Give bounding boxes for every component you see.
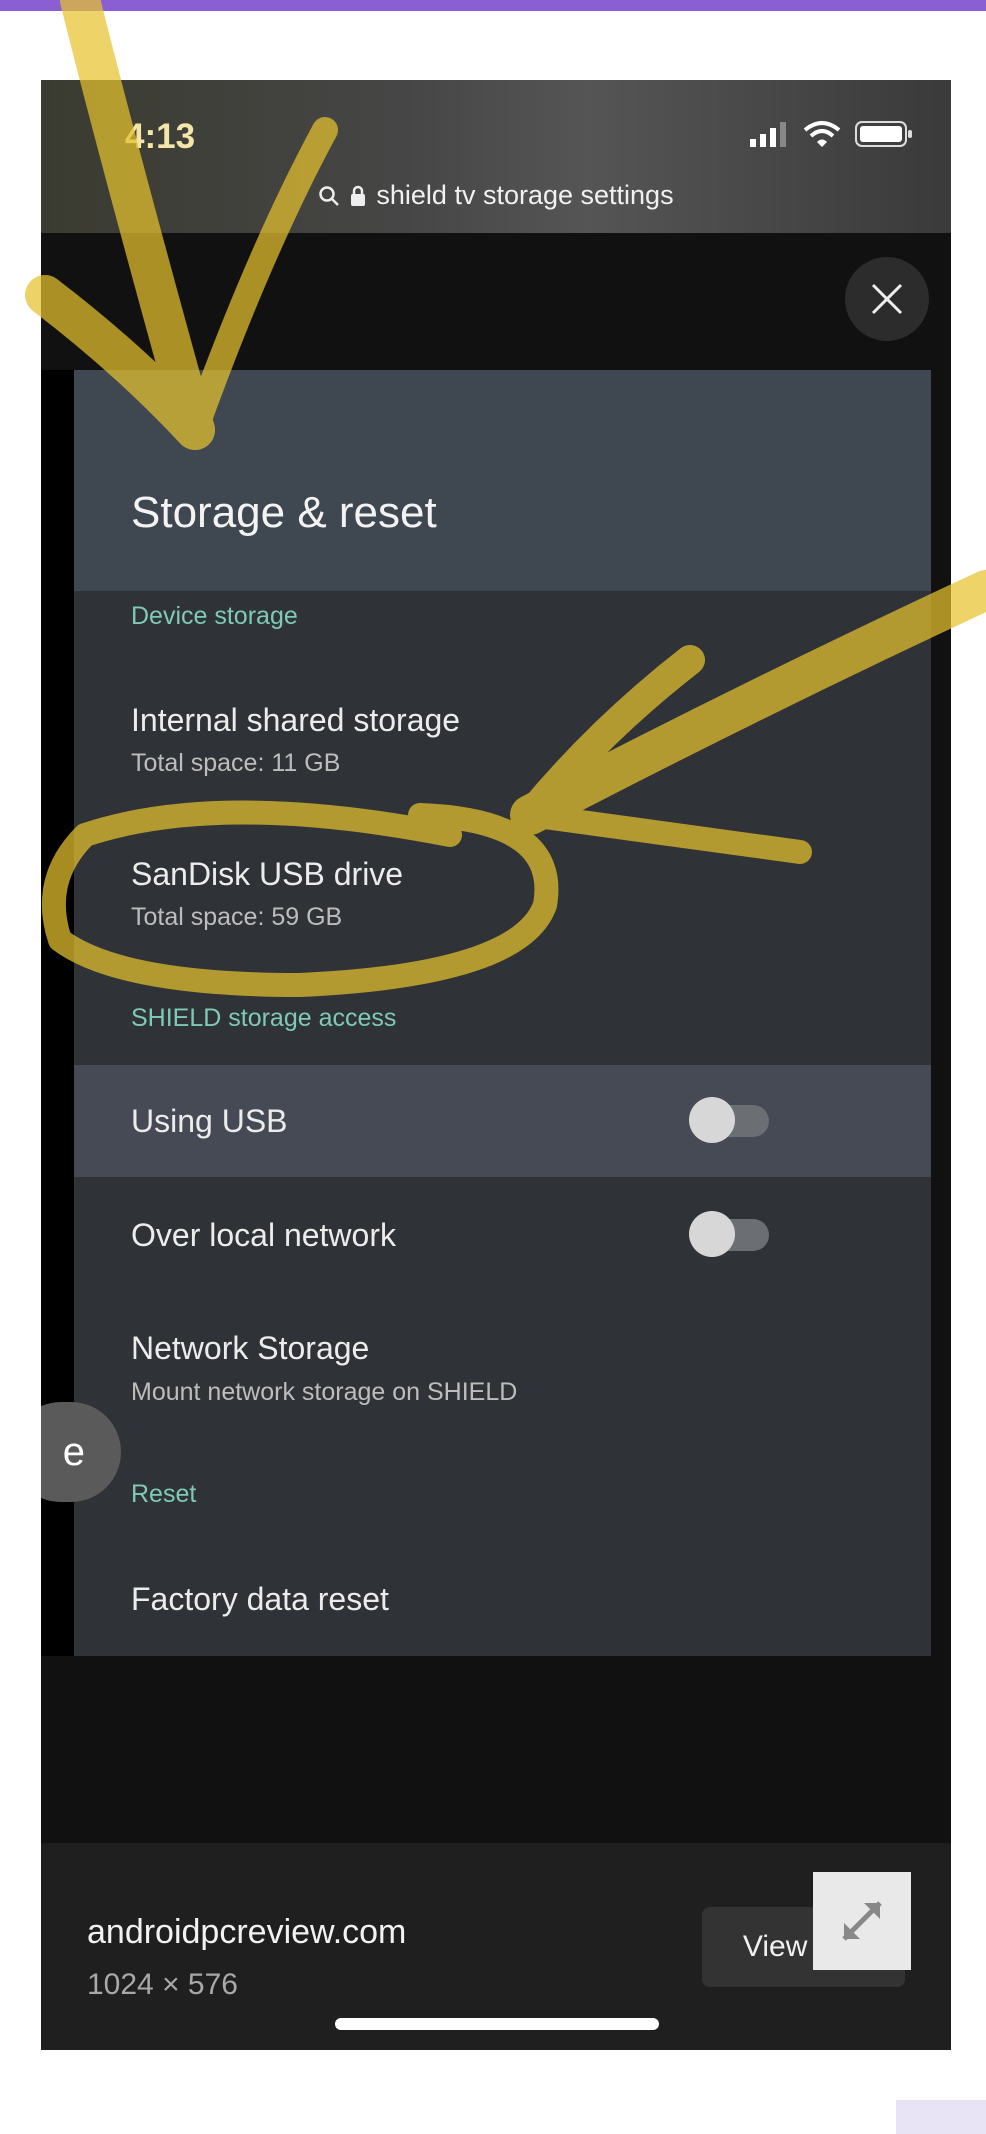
toggle-knob [689,1211,735,1257]
battery-icon [855,121,912,147]
sandisk-drive-size: Total space: 59 GB [131,903,343,931]
section-storage-access: SHIELD storage access [131,1004,397,1032]
lock-icon [351,185,366,206]
source-domain[interactable]: androidpcreview.com [87,1913,406,1952]
network-storage-title: Network Storage [131,1330,370,1366]
using-usb-toggle [689,1097,769,1143]
top-accent-bar [0,0,986,11]
corner-lavender-block [896,2100,986,2134]
storage-settings-panel: Storage & reset Device storage Internal … [74,370,931,1656]
settings-header: Storage & reset [74,370,931,591]
factory-reset-label: Factory data reset [131,1581,389,1617]
over-network-toggle [689,1211,769,1257]
sandisk-drive-title: SanDisk USB drive [131,856,404,892]
internal-storage-size: Total space: 11 GB [131,749,341,777]
address-bar[interactable]: shield tv storage settings [41,180,951,211]
image-dimensions: 1024 × 576 [87,1968,238,2001]
close-button[interactable] [845,257,929,341]
wifi-icon [803,121,841,147]
tv-screenshot: Storage & reset Device storage Internal … [41,370,931,1656]
status-bar: 4:13 shield tv storage settings [41,80,951,233]
over-network-label: Over local network [131,1217,396,1253]
status-icons [749,120,915,148]
expand-icon [842,1901,882,1941]
settings-title: Storage & reset [131,488,437,537]
section-device-storage: Device storage [131,602,298,630]
search-icon [319,185,340,206]
home-indicator[interactable] [335,2018,659,2030]
signal-icon [750,122,786,147]
address-bar-text: shield tv storage settings [376,180,674,210]
using-usb-label: Using USB [131,1103,288,1139]
internal-storage-title: Internal shared storage [131,702,461,738]
expand-button[interactable] [813,1872,911,1970]
close-icon [871,283,903,315]
phone-screenshot: 4:13 shield tv storage settings Storage … [41,80,951,2050]
status-time: 4:13 [125,117,196,156]
section-reset: Reset [131,1480,197,1508]
network-storage-sub: Mount network storage on SHIELD [131,1378,518,1406]
left-pill-text: e [62,1429,85,1474]
toggle-knob [689,1097,735,1143]
